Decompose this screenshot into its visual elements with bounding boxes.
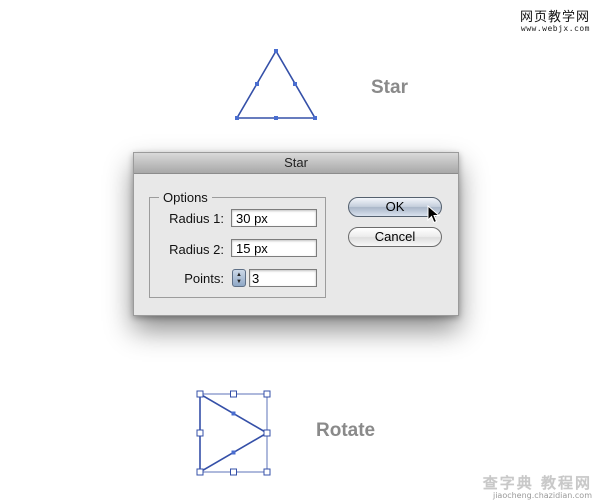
watermark-bottom: 查字典 教程网 jiaocheng.chazidian.com [483, 472, 592, 500]
watermark-top-text: 网页教学网 [519, 10, 590, 25]
triangle-shape-up[interactable] [232, 46, 322, 126]
dialog-title[interactable]: Star [134, 153, 458, 174]
radius1-field[interactable] [231, 209, 317, 227]
star-dialog: Star Options Radius 1: Radius 2: Points:… [133, 152, 459, 316]
mouse-cursor-icon [427, 205, 441, 224]
triangle-shape-rotated[interactable] [194, 388, 274, 478]
radius2-field[interactable] [231, 239, 317, 257]
stepper-up-icon[interactable]: ▲ [236, 272, 242, 278]
radius2-label: Radius 2: [169, 242, 224, 257]
radius1-label: Radius 1: [169, 211, 224, 226]
watermark-bottom-text: 查字典 教程网 [482, 474, 592, 492]
watermark-bottom-url: jiaocheng.chazidian.com [492, 491, 592, 500]
watermark-top-url: www.webjx.com [520, 24, 590, 33]
points-field[interactable] [249, 269, 317, 287]
points-stepper[interactable]: ▲ ▼ [232, 269, 246, 287]
points-label: Points: [184, 271, 224, 286]
star-label: Star [371, 77, 408, 98]
options-group-label: Options [159, 190, 212, 205]
watermark-top: 网页教学网 www.webjx.com [520, 6, 590, 33]
rotate-label: Rotate [316, 420, 376, 441]
cancel-button[interactable]: Cancel [348, 227, 442, 247]
stepper-down-icon[interactable]: ▼ [236, 279, 242, 285]
